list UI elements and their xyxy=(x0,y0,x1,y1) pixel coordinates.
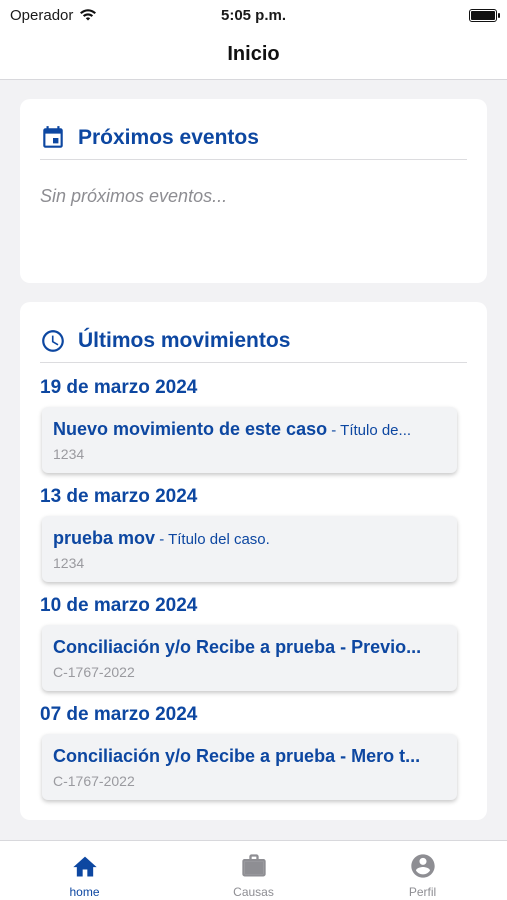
account-circle-icon xyxy=(410,854,435,878)
wifi-icon xyxy=(80,9,97,21)
upcoming-events-card: Próximos eventos Sin próximos eventos... xyxy=(20,99,487,283)
movement-case-title: Título de... xyxy=(340,422,412,439)
tab-label: home xyxy=(69,885,100,899)
tab-perfil[interactable]: Perfil xyxy=(338,841,507,900)
tab-label: Perfil xyxy=(408,885,437,899)
navigation-bar: Inicio xyxy=(0,30,507,80)
carrier-group: Operador xyxy=(10,7,97,24)
movement-date: 07 de marzo 2024 xyxy=(40,704,198,725)
movement-group: 07 de marzo 2024 Conciliación y/o Recibe… xyxy=(20,702,487,811)
no-events-text: Sin próximos eventos... xyxy=(40,186,228,206)
movement-date: 10 de marzo 2024 xyxy=(40,595,198,616)
movement-group: 13 de marzo 2024 prueba mov - Título del… xyxy=(20,484,487,593)
movement-case-code: C-1767-2022 xyxy=(53,664,135,680)
movement-date: 19 de marzo 2024 xyxy=(40,377,198,398)
calendar-icon xyxy=(43,126,63,148)
movement-group: 10 de marzo 2024 Conciliación y/o Recibe… xyxy=(20,593,487,702)
movement-date: 13 de marzo 2024 xyxy=(40,486,198,507)
status-bar: Operador 5:05 p.m. xyxy=(0,0,507,30)
latest-movements-card: Últimos movimientos 19 de marzo 2024 Nue… xyxy=(20,302,487,820)
movement-case-title: Título del caso. xyxy=(168,531,270,548)
carrier-label: Operador xyxy=(10,6,74,24)
movement-group: 19 de marzo 2024 Nuevo movimiento de est… xyxy=(20,375,487,484)
movement-item[interactable]: Nuevo movimiento de este caso - Título d… xyxy=(42,407,457,473)
movement-separator: - xyxy=(327,422,341,439)
tab-bar: home Causas Perfil xyxy=(0,840,507,900)
movement-case-code: C-1767-2022 xyxy=(53,773,135,789)
tab-causas[interactable]: Causas xyxy=(169,841,338,900)
movement-title: Conciliación y/o Recibe a prueba - Mero … xyxy=(53,746,421,766)
movement-separator: - xyxy=(155,531,169,548)
page-title: Inicio xyxy=(227,43,280,65)
battery-icon xyxy=(469,8,500,22)
movement-case-code: 1234 xyxy=(53,555,85,571)
upcoming-events-header: Próximos eventos xyxy=(40,125,467,160)
movement-title: Nuevo movimiento de este caso xyxy=(53,419,328,439)
movement-title: Conciliación y/o Recibe a prueba - Previ… xyxy=(53,637,422,657)
movement-item[interactable]: Conciliación y/o Recibe a prueba - Mero … xyxy=(42,734,457,800)
movement-line: prueba mov - Título del caso. xyxy=(53,528,445,549)
tab-home[interactable]: home xyxy=(0,841,169,900)
upcoming-events-title: Próximos eventos xyxy=(78,126,259,149)
tab-label: Causas xyxy=(233,885,274,899)
movement-item[interactable]: prueba mov - Título del caso. 1234 xyxy=(42,516,457,582)
movement-title: prueba mov xyxy=(53,528,156,548)
movement-line: Nuevo movimiento de este caso - Título d… xyxy=(53,419,445,440)
movement-item[interactable]: Conciliación y/o Recibe a prueba - Previ… xyxy=(42,625,457,691)
home-icon xyxy=(72,856,97,877)
briefcase-icon xyxy=(241,854,266,877)
clock-icon xyxy=(42,330,64,352)
movement-line: Conciliación y/o Recibe a prueba - Mero … xyxy=(53,746,445,767)
movement-line: Conciliación y/o Recibe a prueba - Previ… xyxy=(53,637,445,658)
movement-case-code: 1234 xyxy=(53,446,85,462)
latest-movements-header: Últimos movimientos xyxy=(40,328,467,363)
latest-movements-title: Últimos movimientos xyxy=(78,329,291,352)
